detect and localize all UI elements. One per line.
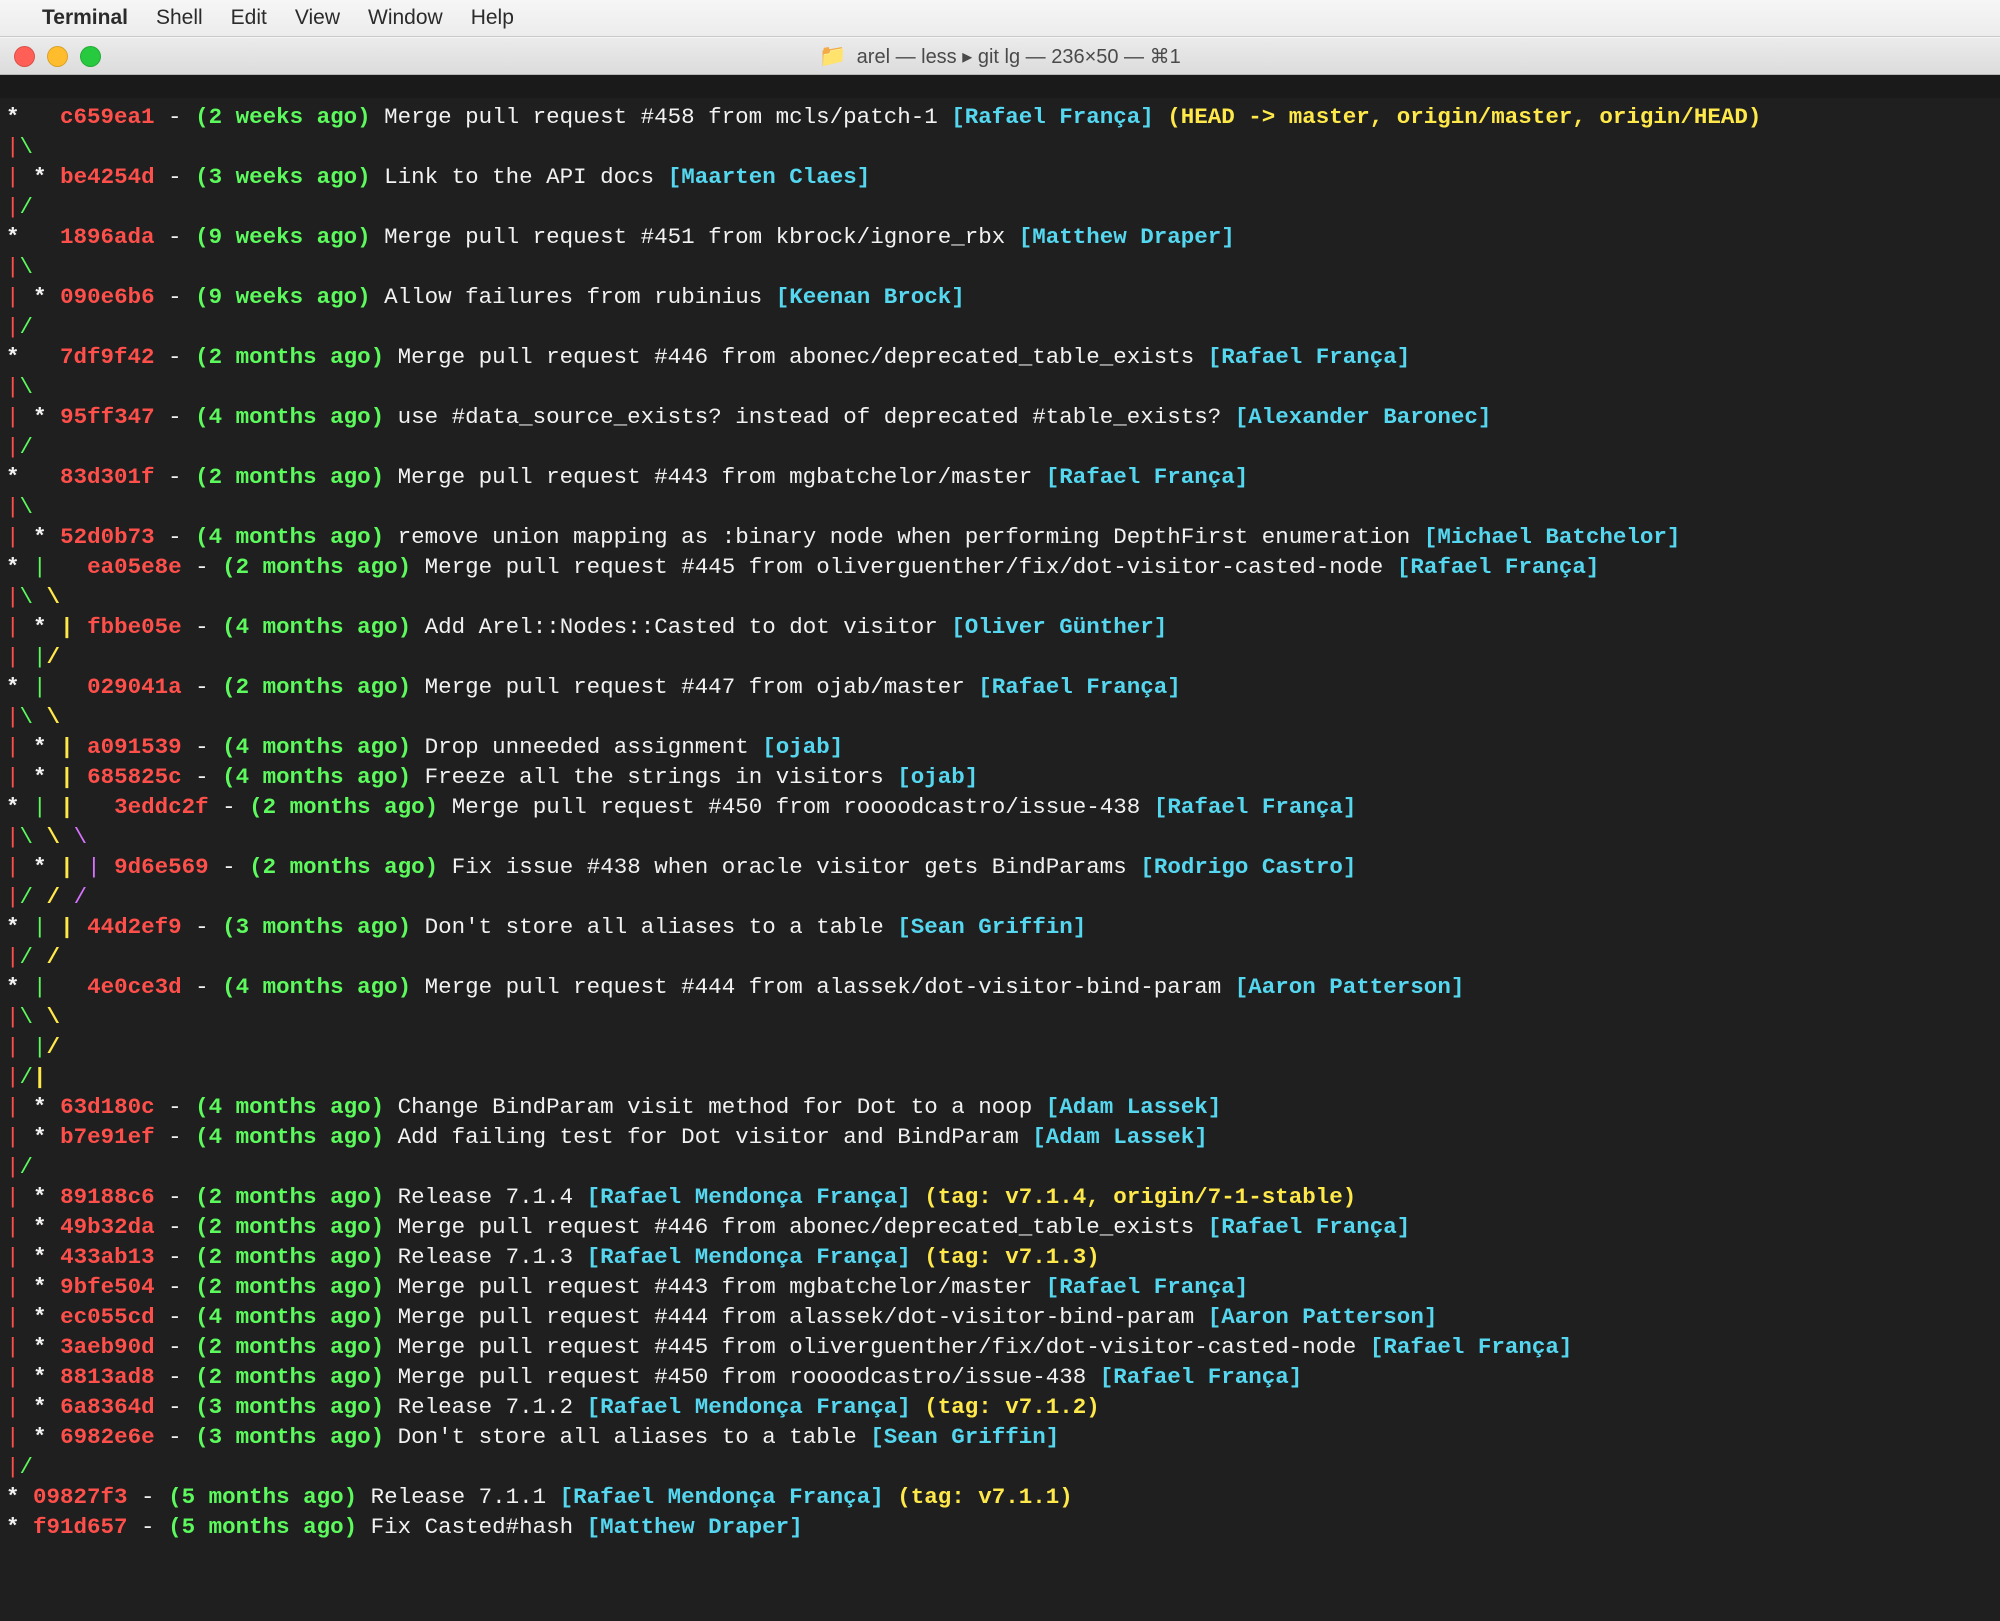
folder-icon: 📁 [819, 43, 846, 69]
window-close-button[interactable] [14, 46, 35, 67]
macos-menubar: Terminal Shell Edit View Window Help [0, 0, 2000, 37]
menu-edit[interactable]: Edit [231, 6, 267, 30]
menu-shell[interactable]: Shell [156, 6, 203, 30]
menubar-appname[interactable]: Terminal [42, 6, 128, 30]
menu-help[interactable]: Help [471, 6, 514, 30]
window-title: arel — less ▸ git lg — 236×50 — ⌘1 [857, 44, 1181, 69]
window-titlebar: 📁 arel — less ▸ git lg — 236×50 — ⌘1 [0, 37, 2000, 75]
menu-window[interactable]: Window [368, 6, 443, 30]
window-zoom-button[interactable] [80, 46, 101, 67]
window-minimize-button[interactable] [47, 46, 68, 67]
menu-view[interactable]: View [295, 6, 340, 30]
terminal-output[interactable]: * c659ea1 - (2 weeks ago) Merge pull req… [0, 98, 2000, 1621]
window-traffic-lights [14, 46, 101, 67]
